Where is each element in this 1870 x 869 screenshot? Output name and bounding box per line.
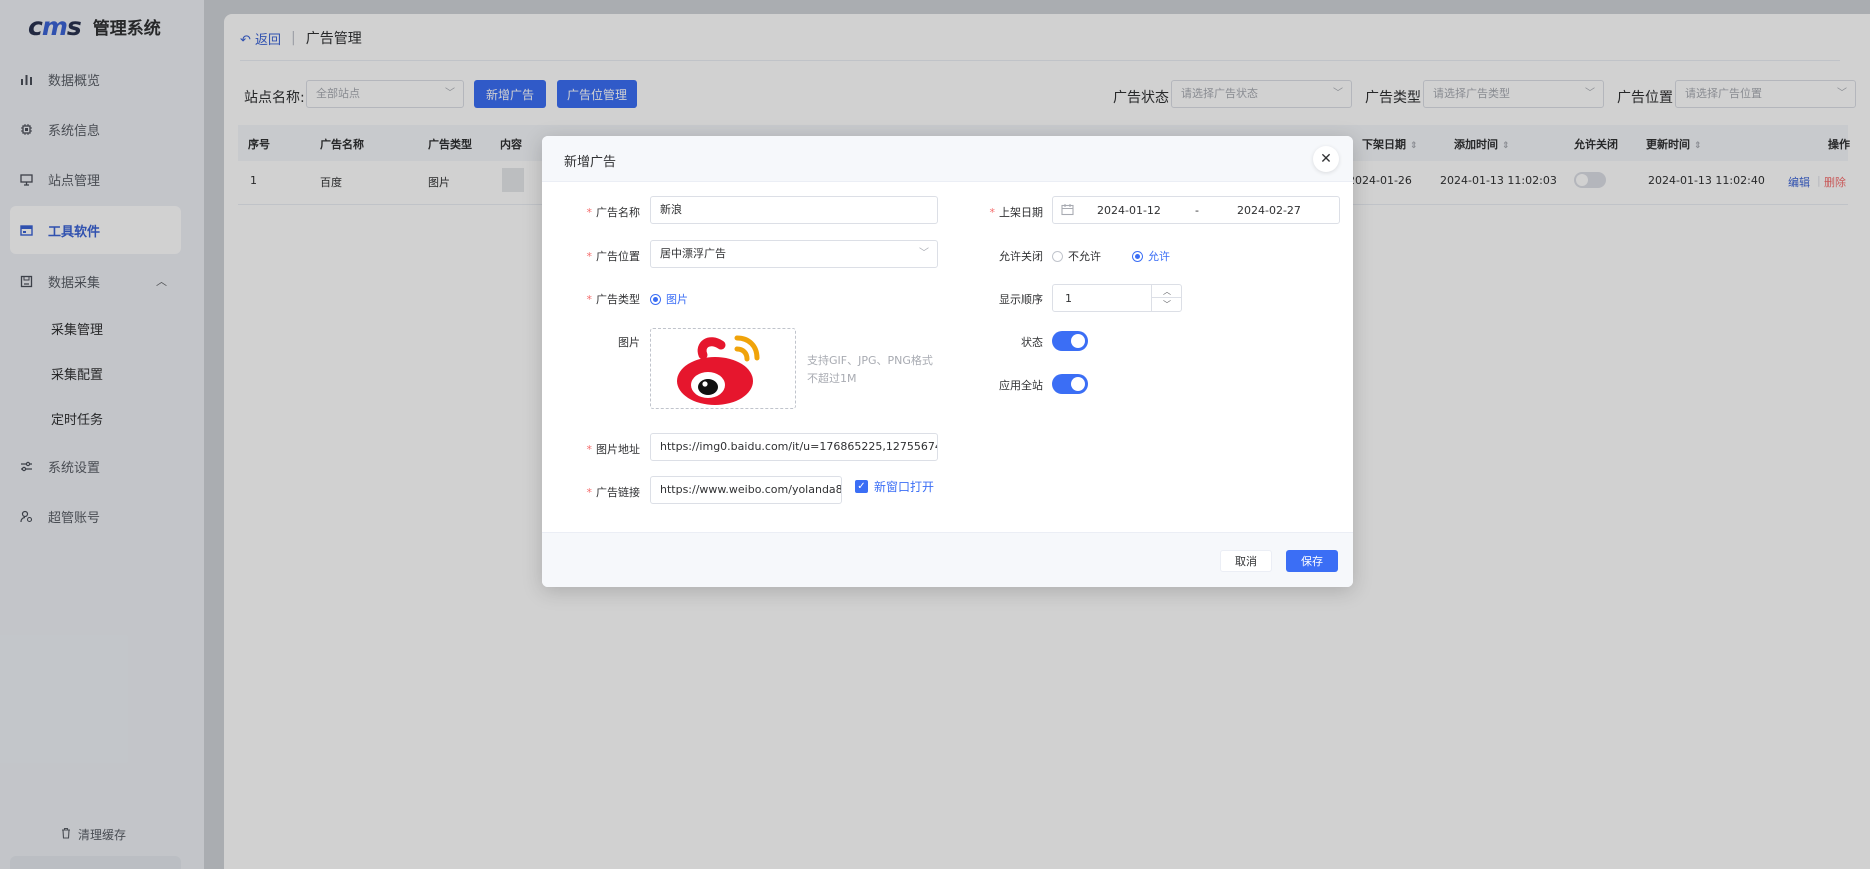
field-label-image: 图片 xyxy=(618,336,640,349)
radio-dot xyxy=(1132,250,1143,262)
save-button[interactable]: 保存 xyxy=(1286,550,1338,572)
type-radio-image[interactable]: 图片 xyxy=(650,291,688,307)
field-label-status: 状态 xyxy=(1021,336,1043,349)
chevron-down-icon: ﹀ xyxy=(919,248,929,259)
check-icon: ✓ xyxy=(855,480,868,493)
date-range-picker[interactable]: 2024-01-12 - 2024-02-27 xyxy=(1052,196,1340,224)
field-label-allow-close: 允许关闭 xyxy=(999,250,1043,263)
image-url-input[interactable]: https://img0.baidu.com/it/u=176865225,12… xyxy=(650,433,938,461)
field-label-link: * 广告链接 xyxy=(586,486,641,499)
date-end: 2024-02-27 xyxy=(1237,204,1301,217)
field-label-type: * 广告类型 xyxy=(586,293,641,306)
field-label-image-url: * 图片地址 xyxy=(586,443,641,456)
field-label-name: * 广告名称 xyxy=(586,206,641,219)
cancel-button[interactable]: 取消 xyxy=(1220,550,1272,572)
dialog-title: 新增广告 xyxy=(564,155,617,170)
ad-position-select[interactable]: 居中漂浮广告 ﹀ xyxy=(650,240,938,268)
status-switch[interactable] xyxy=(1052,331,1088,351)
add-ad-dialog: 新增广告 ✕ * 广告名称 新浪 * 广告位置 居中漂浮广告 ﹀ * 广告类型 图片 … xyxy=(542,136,1353,587)
stepper-up-icon[interactable]: ︿ xyxy=(1152,285,1182,298)
upload-hint: 支持GIF、JPG、PNG格式 不超过1M xyxy=(807,354,933,385)
field-label-date: * 上架日期 xyxy=(989,206,1044,219)
allow-close-radio-no[interactable]: 不允许 xyxy=(1052,248,1101,264)
display-order-stepper[interactable]: 1 ︿ ﹀ xyxy=(1052,284,1182,312)
ad-name-input[interactable]: 新浪 xyxy=(650,196,938,224)
close-icon: ✕ xyxy=(1320,151,1332,167)
close-button[interactable]: ✕ xyxy=(1313,146,1339,172)
ad-link-input[interactable]: https://www.weibo.com/yolanda8 xyxy=(650,476,842,504)
site-wide-switch[interactable] xyxy=(1052,374,1088,394)
field-label-position: * 广告位置 xyxy=(586,250,641,263)
allow-close-radio-yes[interactable]: 允许 xyxy=(1132,248,1170,264)
radio-dot xyxy=(1052,250,1063,262)
new-window-checkbox[interactable]: ✓ 新窗口打开 xyxy=(855,478,934,495)
order-value: 1 xyxy=(1065,292,1072,305)
image-upload[interactable] xyxy=(650,328,796,409)
field-label-order: 显示顺序 xyxy=(999,293,1043,306)
field-label-site-wide: 应用全站 xyxy=(999,379,1043,392)
date-start: 2024-01-12 xyxy=(1097,204,1161,217)
stepper-arrows: ︿ ﹀ xyxy=(1151,285,1182,311)
dialog-header: 新增广告 ✕ xyxy=(542,136,1353,182)
calendar-icon xyxy=(1061,203,1074,219)
date-separator: - xyxy=(1195,204,1199,217)
stepper-down-icon[interactable]: ﹀ xyxy=(1152,298,1182,311)
weibo-logo-icon xyxy=(677,335,760,405)
radio-dot xyxy=(650,293,661,305)
